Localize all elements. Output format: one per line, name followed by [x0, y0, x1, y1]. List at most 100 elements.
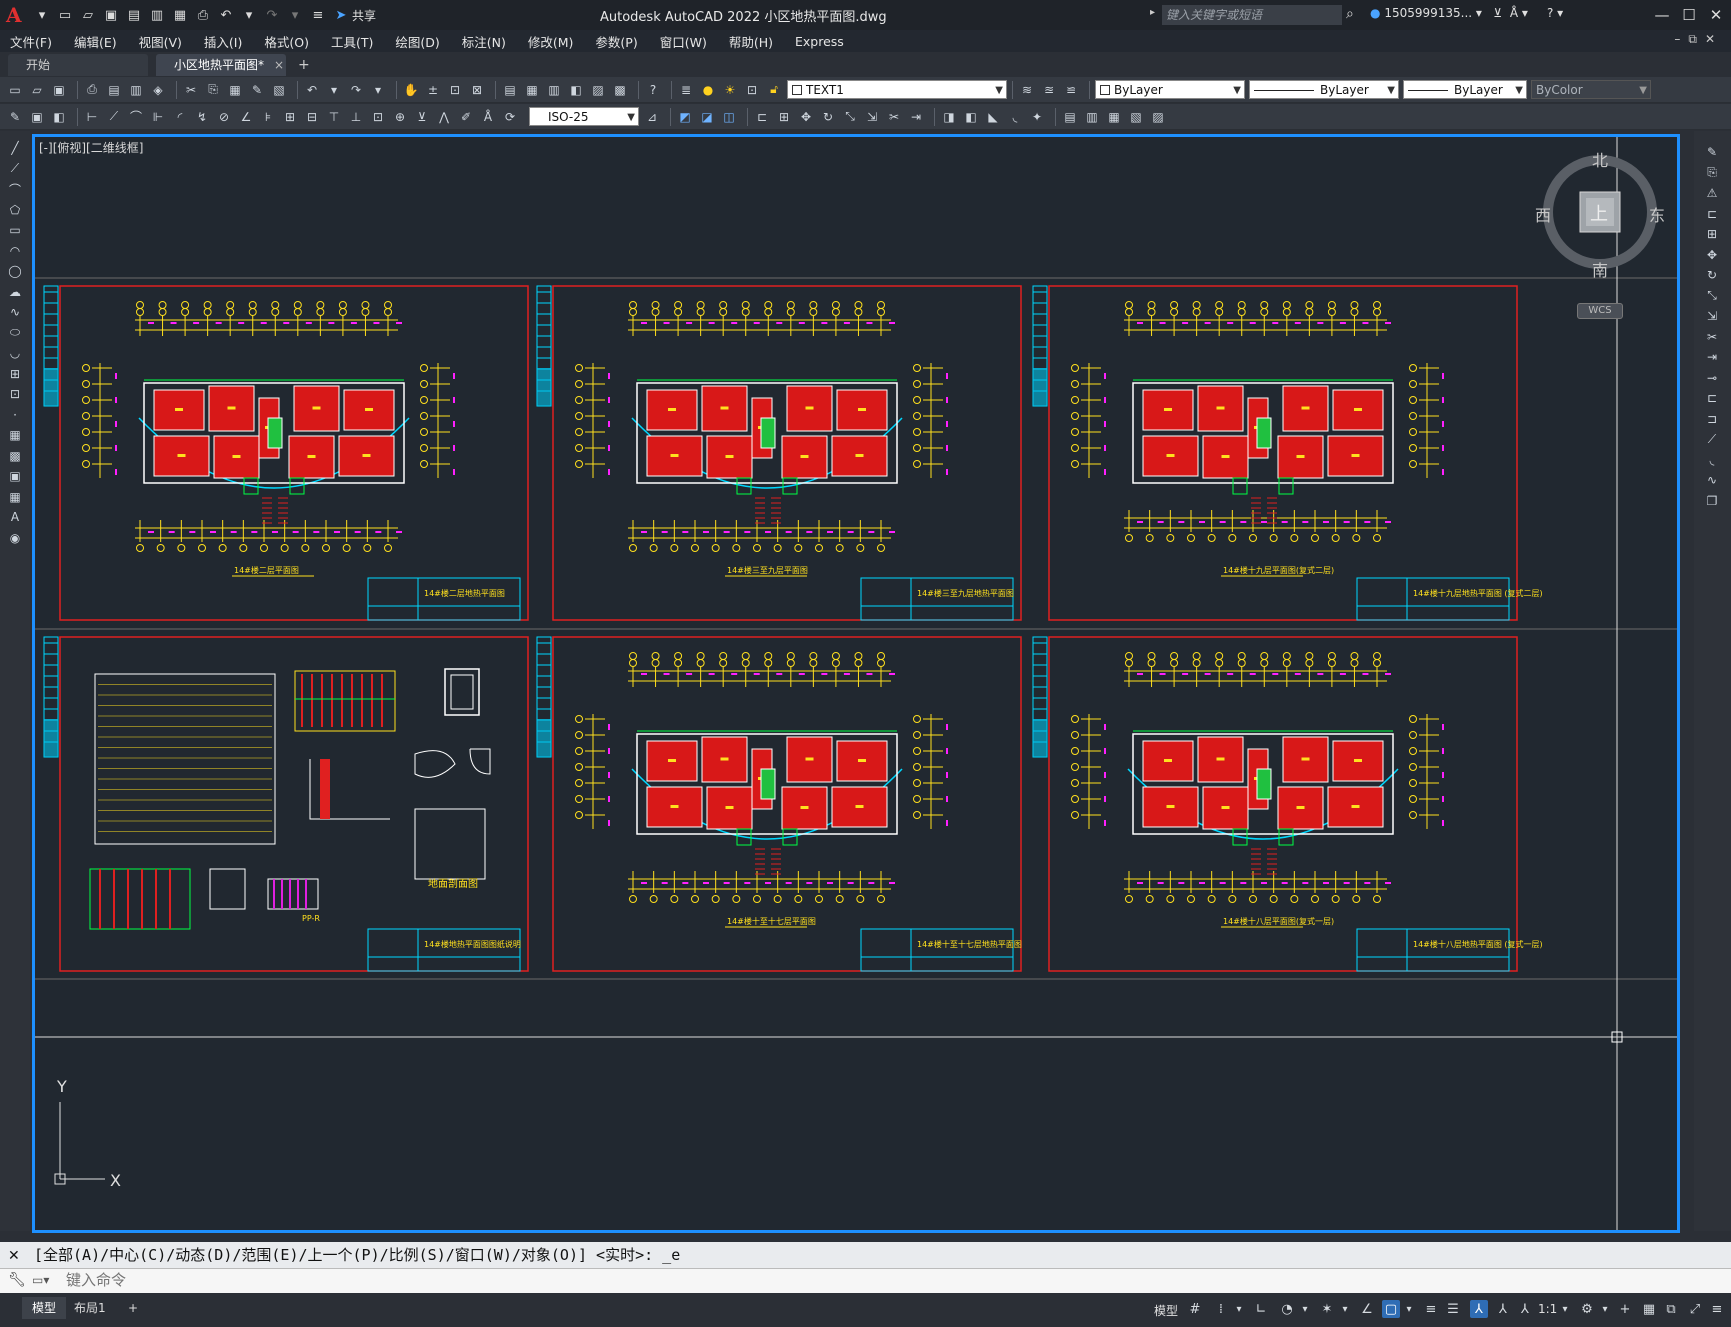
plot-icon[interactable]: ⎙: [83, 81, 101, 99]
viewcube[interactable]: 北 南 东 西 上: [1535, 147, 1665, 280]
circle-icon[interactable]: ◯: [6, 262, 24, 280]
redo-icon[interactable]: ↷: [263, 7, 281, 23]
block-editor-icon[interactable]: ▧: [270, 81, 288, 99]
quickcalc-icon[interactable]: ▩: [611, 81, 629, 99]
properties-icon[interactable]: ▤: [501, 81, 519, 99]
zoom-previous-icon[interactable]: ⊠: [468, 81, 486, 99]
table-icon[interactable]: ▦: [6, 488, 24, 506]
explode-icon[interactable]: ✦: [1028, 108, 1046, 126]
dim-break-icon[interactable]: ⊥: [347, 108, 365, 126]
make-current-layer-icon[interactable]: ≋: [1018, 81, 1036, 99]
close-tab-icon[interactable]: ×: [274, 58, 284, 72]
annotation-scale-value[interactable]: 1:1: [1538, 1302, 1557, 1316]
add-layout-button[interactable]: +: [118, 1297, 148, 1319]
chamfer-icon[interactable]: ◣: [984, 108, 1002, 126]
zoom-window-icon[interactable]: ⊡: [446, 81, 464, 99]
document-window-controls[interactable]: –⧉✕: [1674, 32, 1723, 47]
drawing-canvas[interactable]: Y X 14#楼二层地热平面图 14#楼二层平面图 14#楼三至九层地热平面图 14#楼三…: [32, 134, 1680, 1233]
viewport-controls[interactable]: [-][俯视][二维线框]: [39, 139, 143, 156]
gradient-icon[interactable]: ▩: [6, 447, 24, 465]
publish-icon[interactable]: ▥: [127, 81, 145, 99]
dim-text-edit-icon[interactable]: Å: [479, 108, 497, 126]
move-icon[interactable]: ✥: [1703, 246, 1721, 264]
break-icon[interactable]: ◨: [940, 108, 958, 126]
menu-modify[interactable]: 修改(M): [528, 32, 574, 51]
customize-qat-icon[interactable]: ≡: [309, 7, 327, 23]
command-input[interactable]: [66, 1270, 866, 1290]
extend-icon[interactable]: ⇥: [907, 108, 925, 126]
annotation-monitor-icon[interactable]: +: [1616, 1300, 1634, 1318]
compass-east[interactable]: 东: [1649, 202, 1665, 226]
dim-space-icon[interactable]: ⊤: [325, 108, 343, 126]
mirror-icon[interactable]: ◫: [720, 108, 738, 126]
continue-dim-icon[interactable]: ⊟: [303, 108, 321, 126]
linetype-combo[interactable]: ByLayer ▼: [1249, 80, 1399, 99]
center-mark-icon[interactable]: ⊕: [391, 108, 409, 126]
diameter-dim-icon[interactable]: ⊘: [215, 108, 233, 126]
units-icon[interactable]: ▦: [1640, 1300, 1658, 1318]
copy-object-icon[interactable]: ◪: [698, 108, 716, 126]
quick-dim-icon[interactable]: ⊧: [259, 108, 277, 126]
dim-update-icon[interactable]: ⟳: [501, 108, 519, 126]
revision-cloud-icon[interactable]: ☁: [6, 283, 24, 301]
menu-file[interactable]: 文件(F): [10, 32, 52, 51]
join-icon[interactable]: ⊐: [1703, 410, 1721, 428]
redo-icon[interactable]: ↷: [347, 81, 365, 99]
minimize-button[interactable]: —: [1648, 4, 1676, 26]
stretch-icon[interactable]: ⇲: [1703, 307, 1721, 325]
polar-icon[interactable]: ◔: [1278, 1300, 1296, 1318]
fillet-icon[interactable]: ◟: [1006, 108, 1024, 126]
cart-icon[interactable]: ⊻: [1493, 6, 1502, 20]
dim-style-icon[interactable]: ⊿: [643, 108, 661, 126]
paste-icon[interactable]: ▦: [226, 81, 244, 99]
line-icon[interactable]: ╱: [6, 139, 24, 157]
sheet-set-icon[interactable]: ◧: [567, 81, 585, 99]
scale-icon[interactable]: ⤡: [841, 108, 859, 126]
undo-dropdown-icon[interactable]: ▾: [240, 7, 258, 23]
rotate-icon[interactable]: ↻: [1703, 266, 1721, 284]
redo-dropdown-icon[interactable]: ▾: [369, 81, 387, 99]
match-properties-icon[interactable]: ✎: [248, 81, 266, 99]
layer-freeze-icon[interactable]: ☀: [721, 81, 739, 99]
color-combo[interactable]: ByLayer ▼: [1095, 80, 1245, 99]
transparency-icon[interactable]: ☰: [1444, 1300, 1462, 1318]
menu-tools[interactable]: 工具(T): [331, 32, 373, 51]
ordinate-dim-icon[interactable]: ⊩: [149, 108, 167, 126]
open-web-icon[interactable]: ▥: [148, 7, 166, 23]
menu-express[interactable]: Express: [795, 34, 844, 49]
osnap-dropdown-icon[interactable]: ▾: [1400, 1300, 1418, 1318]
compass-west[interactable]: 西: [1535, 202, 1551, 226]
save-icon[interactable]: ▣: [102, 7, 120, 23]
lineweight-icon[interactable]: ≡: [1422, 1300, 1440, 1318]
menu-edit[interactable]: 编辑(E): [74, 32, 117, 51]
rotate-icon[interactable]: ↻: [819, 108, 837, 126]
qnew-icon[interactable]: ▭: [6, 81, 24, 99]
dim-edit-icon[interactable]: ✐: [457, 108, 475, 126]
share-button[interactable]: 共享: [352, 7, 376, 24]
fillet-icon[interactable]: ◟: [1703, 451, 1721, 469]
scale-dropdown-icon[interactable]: ▾: [1556, 1300, 1574, 1318]
ellipse-icon[interactable]: ⬭: [6, 324, 24, 342]
new-file-icon[interactable]: ▭: [56, 7, 74, 23]
model-space-toggle[interactable]: 模型: [1154, 1302, 1178, 1319]
polar-dropdown-icon[interactable]: ▾: [1296, 1300, 1314, 1318]
isodraft-icon[interactable]: ✶: [1318, 1300, 1336, 1318]
mirror-icon[interactable]: ⚠: [1703, 184, 1721, 202]
jogged-linear-icon[interactable]: ⋀: [435, 108, 453, 126]
point-icon[interactable]: ·: [6, 406, 24, 424]
offset-icon[interactable]: ⊏: [1703, 205, 1721, 223]
layer-states-icon[interactable]: ≌: [1062, 81, 1080, 99]
layer-viewport-icon[interactable]: ⊡: [743, 81, 761, 99]
mtext-icon[interactable]: A: [6, 508, 24, 526]
snap-icon[interactable]: ⁞: [1212, 1300, 1230, 1318]
menu-dimension[interactable]: 标注(N): [462, 32, 506, 51]
trim-icon[interactable]: ✂: [885, 108, 903, 126]
markup-icon[interactable]: ▨: [589, 81, 607, 99]
edit-icon[interactable]: ✎: [6, 108, 24, 126]
undo-icon[interactable]: ↶: [217, 7, 235, 23]
dimstyle-combo[interactable]: ISO-25 ▼: [529, 107, 639, 126]
break-icon[interactable]: ⊏: [1703, 389, 1721, 407]
autocad-logo-icon[interactable]: A: [6, 4, 28, 26]
layer-properties-icon[interactable]: ≣: [677, 81, 695, 99]
tab-model[interactable]: 模型: [22, 1297, 67, 1319]
